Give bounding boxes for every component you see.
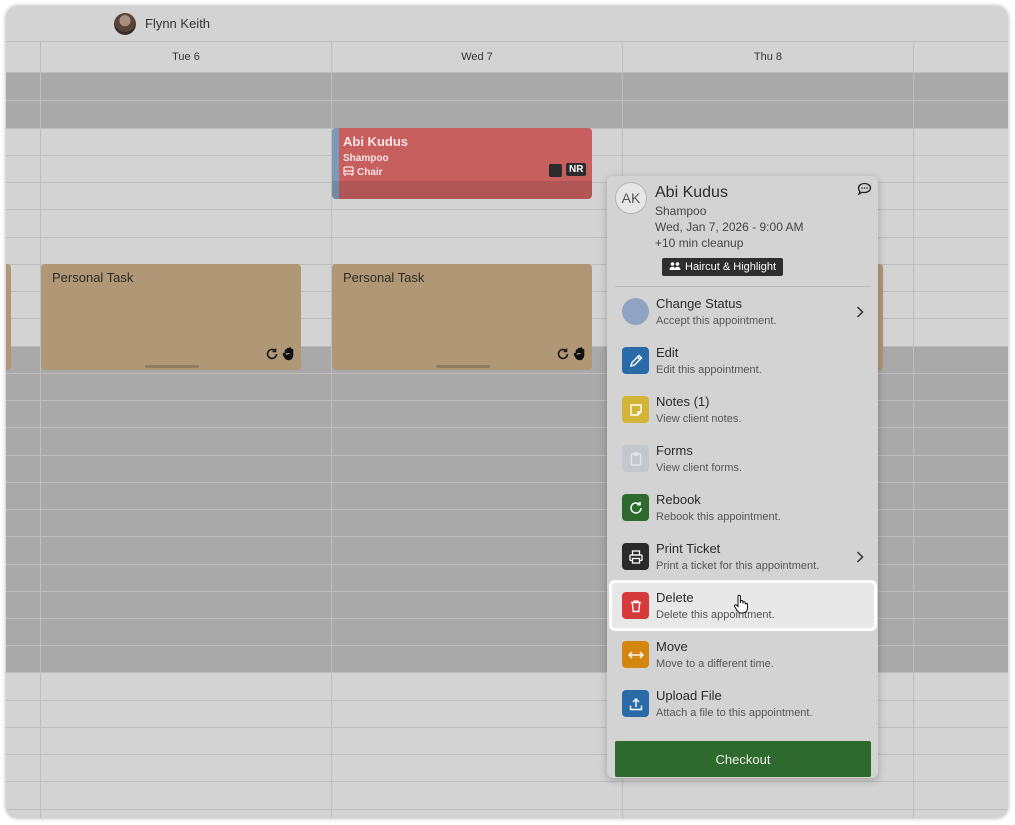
hand-icon <box>282 346 297 366</box>
task-block-edge <box>6 264 11 370</box>
personal-task-card[interactable]: Personal Task <box>41 264 301 370</box>
appointment-client-name: Abi Kudus <box>343 134 408 149</box>
staff-name[interactable]: Flynn Keith <box>145 16 210 31</box>
day-header-prev <box>6 42 40 73</box>
menu-item-upload-file[interactable]: Upload File Attach a file to this appoin… <box>607 680 878 729</box>
service-tag: Haircut & Highlight <box>662 258 784 276</box>
menu-item-change-status[interactable]: Change Status Accept this appointment. <box>607 288 878 337</box>
appointment-service: Shampoo <box>343 153 389 164</box>
menu-item-notes[interactable]: Notes (1) View client notes. <box>607 386 878 435</box>
day-header-thu[interactable]: Thu 8 <box>622 42 913 73</box>
group-icon <box>669 261 681 274</box>
hand-pointer-cursor-icon <box>733 594 749 619</box>
move-arrows-icon <box>622 641 649 668</box>
clipboard-icon <box>622 445 649 472</box>
client-avatar: AK <box>615 182 647 214</box>
rebook-icon <box>622 494 649 521</box>
status-circle-icon <box>622 298 649 325</box>
printer-icon <box>622 543 649 570</box>
appointment-resource: Chair <box>343 166 383 179</box>
appointment-resource-label: Chair <box>357 167 383 178</box>
chevron-right-icon <box>856 550 864 568</box>
day-header-wed[interactable]: Wed 7 <box>331 42 622 73</box>
popover-service: Shampoo <box>655 204 707 218</box>
popover-cleanup: +10 min cleanup <box>655 236 744 250</box>
menu-item-forms[interactable]: Forms View client forms. <box>607 435 878 484</box>
menu-item-move[interactable]: Move Move to a different time. <box>607 631 878 680</box>
hand-icon <box>573 346 588 366</box>
chair-icon <box>343 166 354 179</box>
new-client-badge: NR <box>566 163 587 176</box>
note-icon <box>622 396 649 423</box>
repeat-icon <box>265 347 279 366</box>
pencil-icon <box>622 347 649 374</box>
menu-item-delete[interactable]: Delete Delete this appointment. <box>607 582 878 631</box>
chevron-right-icon <box>856 305 864 323</box>
resize-handle[interactable] <box>145 365 199 368</box>
staff-avatar[interactable] <box>114 13 136 35</box>
staff-header: Flynn Keith <box>6 6 1008 42</box>
calendar-window: Flynn Keith Tue 6 Wed 7 Thu 8 Abi Kudus … <box>6 6 1008 818</box>
service-tag-label: Haircut & Highlight <box>685 261 777 273</box>
menu-item-edit[interactable]: Edit Edit this appointment. <box>607 337 878 386</box>
popover-client-name[interactable]: Abi Kudus <box>655 184 728 202</box>
menu-item-rebook[interactable]: Rebook Rebook this appointment. <box>607 484 878 533</box>
upload-icon <box>622 690 649 717</box>
personal-task-card[interactable]: Personal Task <box>332 264 592 370</box>
chat-bubble-icon[interactable] <box>857 182 872 201</box>
note-indicator-icon <box>549 164 562 177</box>
repeat-icon <box>556 347 570 366</box>
appointment-card[interactable]: Abi Kudus Shampoo Chair NR <box>332 128 592 199</box>
task-title: Personal Task <box>52 270 134 285</box>
menu-item-print-ticket[interactable]: Print Ticket Print a ticket for this app… <box>607 533 878 582</box>
task-title: Personal Task <box>343 270 425 285</box>
day-header-tue[interactable]: Tue 6 <box>40 42 331 73</box>
trash-icon <box>622 592 649 619</box>
resize-handle[interactable] <box>436 365 490 368</box>
popover-datetime: Wed, Jan 7, 2026 - 9:00 AM <box>655 220 804 234</box>
day-header-next <box>913 42 1008 73</box>
checkout-button[interactable]: Checkout <box>615 741 871 777</box>
